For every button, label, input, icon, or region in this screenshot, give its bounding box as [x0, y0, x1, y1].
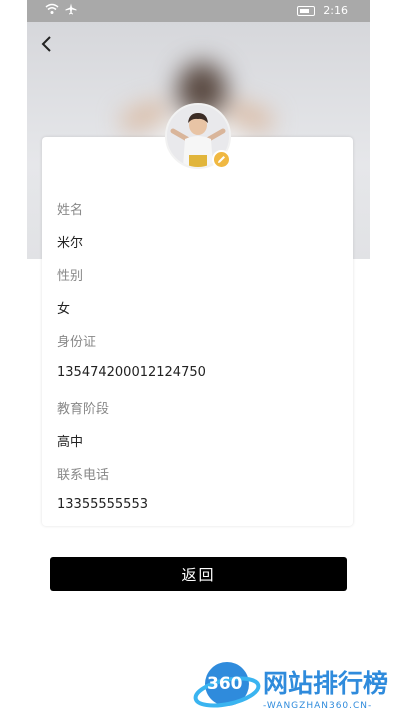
wifi-icon — [45, 3, 59, 18]
name-label: 姓名 — [57, 203, 84, 218]
status-right: 2:16 — [297, 4, 348, 17]
edit-avatar-button[interactable] — [212, 150, 231, 169]
gender-label: 性别 — [57, 269, 84, 284]
chevron-left-icon — [41, 36, 51, 52]
gender-value: 女 — [57, 302, 71, 317]
watermark-logo: 360 网站排行榜 -WANGZHAN360.CN- — [193, 652, 403, 720]
pencil-icon — [218, 156, 225, 163]
back-button[interactable] — [37, 34, 57, 54]
logo-brand-name: 网站排行榜 — [263, 669, 389, 698]
return-button[interactable]: 返回 — [50, 557, 347, 591]
education-label: 教育阶段 — [57, 402, 110, 417]
status-time: 2:16 — [323, 4, 348, 17]
status-bar: 2:16 — [27, 0, 370, 22]
profile-info-card: 姓名 米尔 性别 女 身份证 135474200012124750 教育阶段 高… — [42, 137, 353, 526]
phone-label: 联系电话 — [57, 468, 110, 483]
airplane-icon — [65, 3, 77, 18]
battery-icon — [297, 5, 316, 16]
education-value: 高中 — [57, 435, 84, 450]
id-card-value: 135474200012124750 — [57, 365, 206, 380]
right-margin — [370, 0, 405, 720]
logo-brand-url: -WANGZHAN360.CN- — [263, 701, 373, 711]
left-margin — [0, 0, 27, 720]
id-card-label: 身份证 — [57, 335, 97, 350]
phone-value: 13355555553 — [57, 497, 148, 512]
status-left — [45, 3, 77, 18]
name-value: 米尔 — [57, 236, 84, 251]
logo-360-text: 360 — [207, 674, 243, 694]
